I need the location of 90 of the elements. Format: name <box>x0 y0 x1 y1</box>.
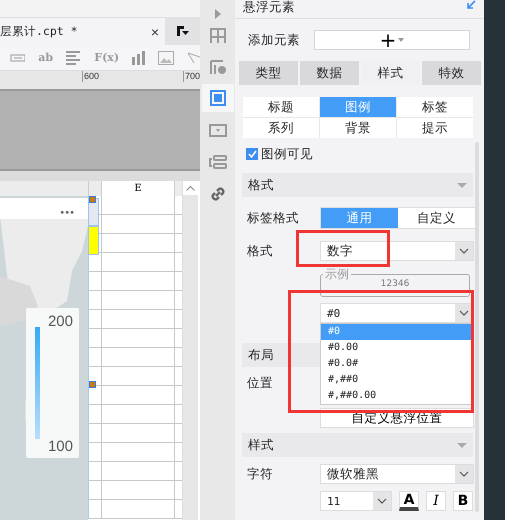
scroll-up-icon[interactable] <box>186 186 195 190</box>
collapse-arrow-icon[interactable] <box>466 0 476 10</box>
image-icon[interactable] <box>158 50 174 64</box>
collapse-icon[interactable] <box>457 442 467 448</box>
segment-option[interactable]: 自定义 <box>398 208 475 228</box>
layout-icon <box>209 153 227 171</box>
font-color-button[interactable]: A <box>399 491 419 511</box>
field-label: 位置 <box>247 375 274 392</box>
table-cell[interactable] <box>101 272 175 290</box>
legend-max: 200 <box>48 313 73 330</box>
bar-chart-icon[interactable] <box>132 50 146 64</box>
section-header[interactable]: 格式 <box>242 173 473 197</box>
sidebar-tab[interactable] <box>202 84 234 112</box>
resize-handle[interactable] <box>89 381 96 388</box>
example-box: 示例 12346 <box>320 269 470 297</box>
resize-handle[interactable] <box>89 196 96 203</box>
scrollbar[interactable] <box>475 142 479 512</box>
table-cell[interactable] <box>101 196 175 214</box>
table-cell[interactable] <box>101 367 175 385</box>
bold-button[interactable]: B <box>453 491 473 511</box>
table-cell[interactable] <box>101 500 175 518</box>
legend-min: 100 <box>48 438 73 455</box>
table-cell[interactable] <box>101 310 175 328</box>
chevron-down-icon[interactable] <box>459 248 469 254</box>
font-size-dropdown[interactable]: 11 <box>320 491 392 511</box>
chevron-down-icon[interactable] <box>377 498 387 504</box>
dropdown-option[interactable]: #0.0# <box>321 356 473 372</box>
caret-icon <box>398 38 404 42</box>
column-header[interactable]: E <box>101 181 175 196</box>
field-label: 标签格式 <box>247 210 300 226</box>
section-title: 布局 <box>248 346 274 364</box>
ruler-mark: 600 <box>82 71 100 82</box>
panel-title: 悬浮元素 <box>243 0 295 13</box>
table-cell[interactable] <box>101 405 175 423</box>
pattern-dropdown[interactable]: #0 <box>320 303 474 323</box>
close-tab-button[interactable]: × <box>150 24 159 40</box>
table-cell[interactable] <box>101 253 175 271</box>
table-cell[interactable] <box>101 481 175 499</box>
table-cell[interactable] <box>101 462 175 480</box>
checkbox-label: 图例可见 <box>261 146 313 162</box>
frame-icon <box>209 89 227 107</box>
flag-dropdown-icon <box>176 26 188 36</box>
field-label: 格式 <box>247 242 274 260</box>
align-icon[interactable] <box>66 50 82 64</box>
play-icon <box>215 9 221 19</box>
table-cell[interactable] <box>101 443 175 461</box>
subtab[interactable]: 标签 <box>397 97 473 117</box>
document-tab[interactable]: 层累计.cpt * × <box>0 17 165 45</box>
format-dropdown[interactable]: 数字 <box>320 241 474 261</box>
checkbox[interactable] <box>246 148 258 160</box>
table-cell[interactable] <box>101 234 175 252</box>
subtab[interactable]: 系列 <box>243 118 319 138</box>
italic-button[interactable]: I <box>426 491 446 511</box>
font-dropdown[interactable]: 微软雅黑 <box>320 464 474 484</box>
dropdown-option[interactable]: #0.00 <box>321 340 473 356</box>
document-tab-title[interactable]: 层累计.cpt * <box>0 24 78 39</box>
collapse-icon[interactable] <box>457 182 467 188</box>
tab[interactable]: 数据 <box>300 61 359 85</box>
chevron-down-icon[interactable] <box>459 471 469 477</box>
dropdown-option[interactable]: #,##0 <box>321 372 473 388</box>
more-button[interactable]: ••• <box>59 209 88 219</box>
section-title: 样式 <box>248 436 274 454</box>
example-value: 12346 <box>380 279 410 289</box>
section-header[interactable]: 样式 <box>242 433 473 457</box>
scrollbar[interactable] <box>182 181 198 520</box>
field-label: 字符 <box>247 466 274 482</box>
selected-cell[interactable] <box>88 198 99 226</box>
tab[interactable]: 类型 <box>239 61 298 85</box>
dropdown-option[interactable]: #,##0.00 <box>321 388 473 404</box>
table-cell[interactable] <box>101 386 175 404</box>
table-cell[interactable] <box>101 348 175 366</box>
table-cell[interactable] <box>101 291 175 309</box>
textbox-icon[interactable] <box>10 54 26 62</box>
chevron-down-icon[interactable] <box>459 310 469 316</box>
add-element-label: 添加元素 <box>248 32 300 48</box>
pointer-icon[interactable] <box>186 52 200 64</box>
grid-icon <box>209 27 227 45</box>
dropdown-icon <box>209 122 227 140</box>
table-cell[interactable] <box>101 329 175 347</box>
subtab[interactable]: 提示 <box>397 118 473 138</box>
highlighted-cell[interactable] <box>88 226 99 255</box>
grid-info-icon <box>209 58 227 76</box>
subtab[interactable]: 标题 <box>243 97 319 117</box>
table-cell[interactable] <box>101 424 175 442</box>
tab[interactable]: 特效 <box>422 61 481 85</box>
add-element-button[interactable]: + <box>314 30 470 50</box>
section-title: 格式 <box>248 176 274 194</box>
link-icon <box>209 185 227 203</box>
table-cell[interactable] <box>101 215 175 233</box>
subtab[interactable]: 背景 <box>320 118 396 138</box>
